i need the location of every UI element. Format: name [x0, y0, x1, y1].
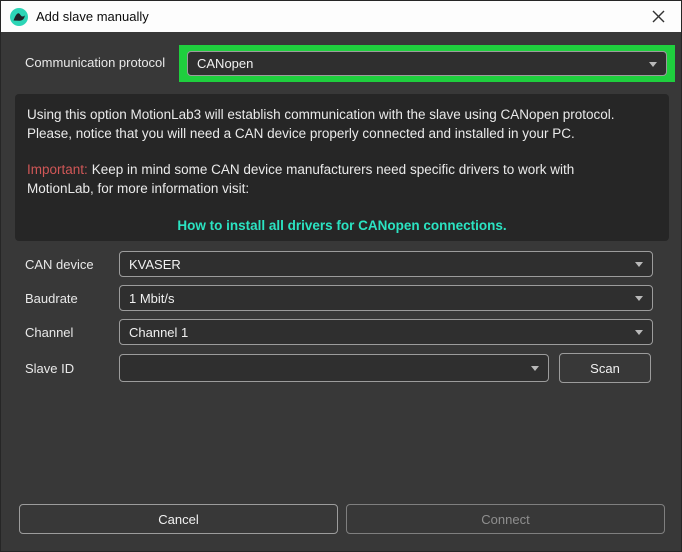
connect-button[interactable]: Connect: [346, 504, 665, 534]
chevron-down-icon: [649, 62, 657, 67]
can-device-value: KVASER: [129, 257, 181, 272]
important-text-2: MotionLab, for more information visit:: [27, 179, 657, 198]
spacer: [27, 143, 657, 160]
slave-id-label: Slave ID: [25, 361, 74, 376]
can-device-dropdown[interactable]: KVASER: [119, 251, 653, 277]
protocol-label: Communication protocol: [25, 55, 165, 70]
chevron-down-icon: [531, 366, 539, 371]
important-label: Important:: [27, 162, 88, 177]
protocol-dropdown[interactable]: CANopen: [187, 51, 667, 76]
info-box: Using this option MotionLab3 will establ…: [15, 94, 669, 241]
cancel-button[interactable]: Cancel: [19, 504, 338, 534]
chevron-down-icon: [635, 262, 643, 267]
can-device-label: CAN device: [25, 257, 94, 272]
protocol-value: CANopen: [197, 56, 253, 71]
motionlab-logo-icon: [10, 8, 28, 26]
info-important-line: Important: Keep in mind some CAN device m…: [27, 160, 657, 179]
dialog-body: Communication protocol CANopen Using thi…: [1, 32, 681, 551]
channel-value: Channel 1: [129, 325, 188, 340]
info-line-1: Using this option MotionLab3 will establ…: [27, 105, 657, 124]
annotation-highlight-box: CANopen: [179, 45, 675, 82]
info-line-2: Please, notice that you will need a CAN …: [27, 124, 657, 143]
spacer: [27, 198, 657, 215]
baudrate-label: Baudrate: [25, 291, 78, 306]
baudrate-dropdown[interactable]: 1 Mbit/s: [119, 285, 653, 311]
window-title: Add slave manually: [36, 9, 149, 24]
drivers-help-link[interactable]: How to install all drivers for CANopen c…: [27, 216, 657, 235]
channel-label: Channel: [25, 325, 73, 340]
channel-dropdown[interactable]: Channel 1: [119, 319, 653, 345]
close-icon[interactable]: [635, 1, 681, 31]
chevron-down-icon: [635, 330, 643, 335]
chevron-down-icon: [635, 296, 643, 301]
scan-button[interactable]: Scan: [559, 353, 651, 383]
add-slave-dialog: Add slave manually Communication protoco…: [0, 0, 682, 552]
baudrate-value: 1 Mbit/s: [129, 291, 175, 306]
titlebar: Add slave manually: [1, 1, 681, 32]
important-text-1: Keep in mind some CAN device manufacture…: [92, 162, 574, 177]
slave-id-dropdown[interactable]: [119, 354, 549, 382]
